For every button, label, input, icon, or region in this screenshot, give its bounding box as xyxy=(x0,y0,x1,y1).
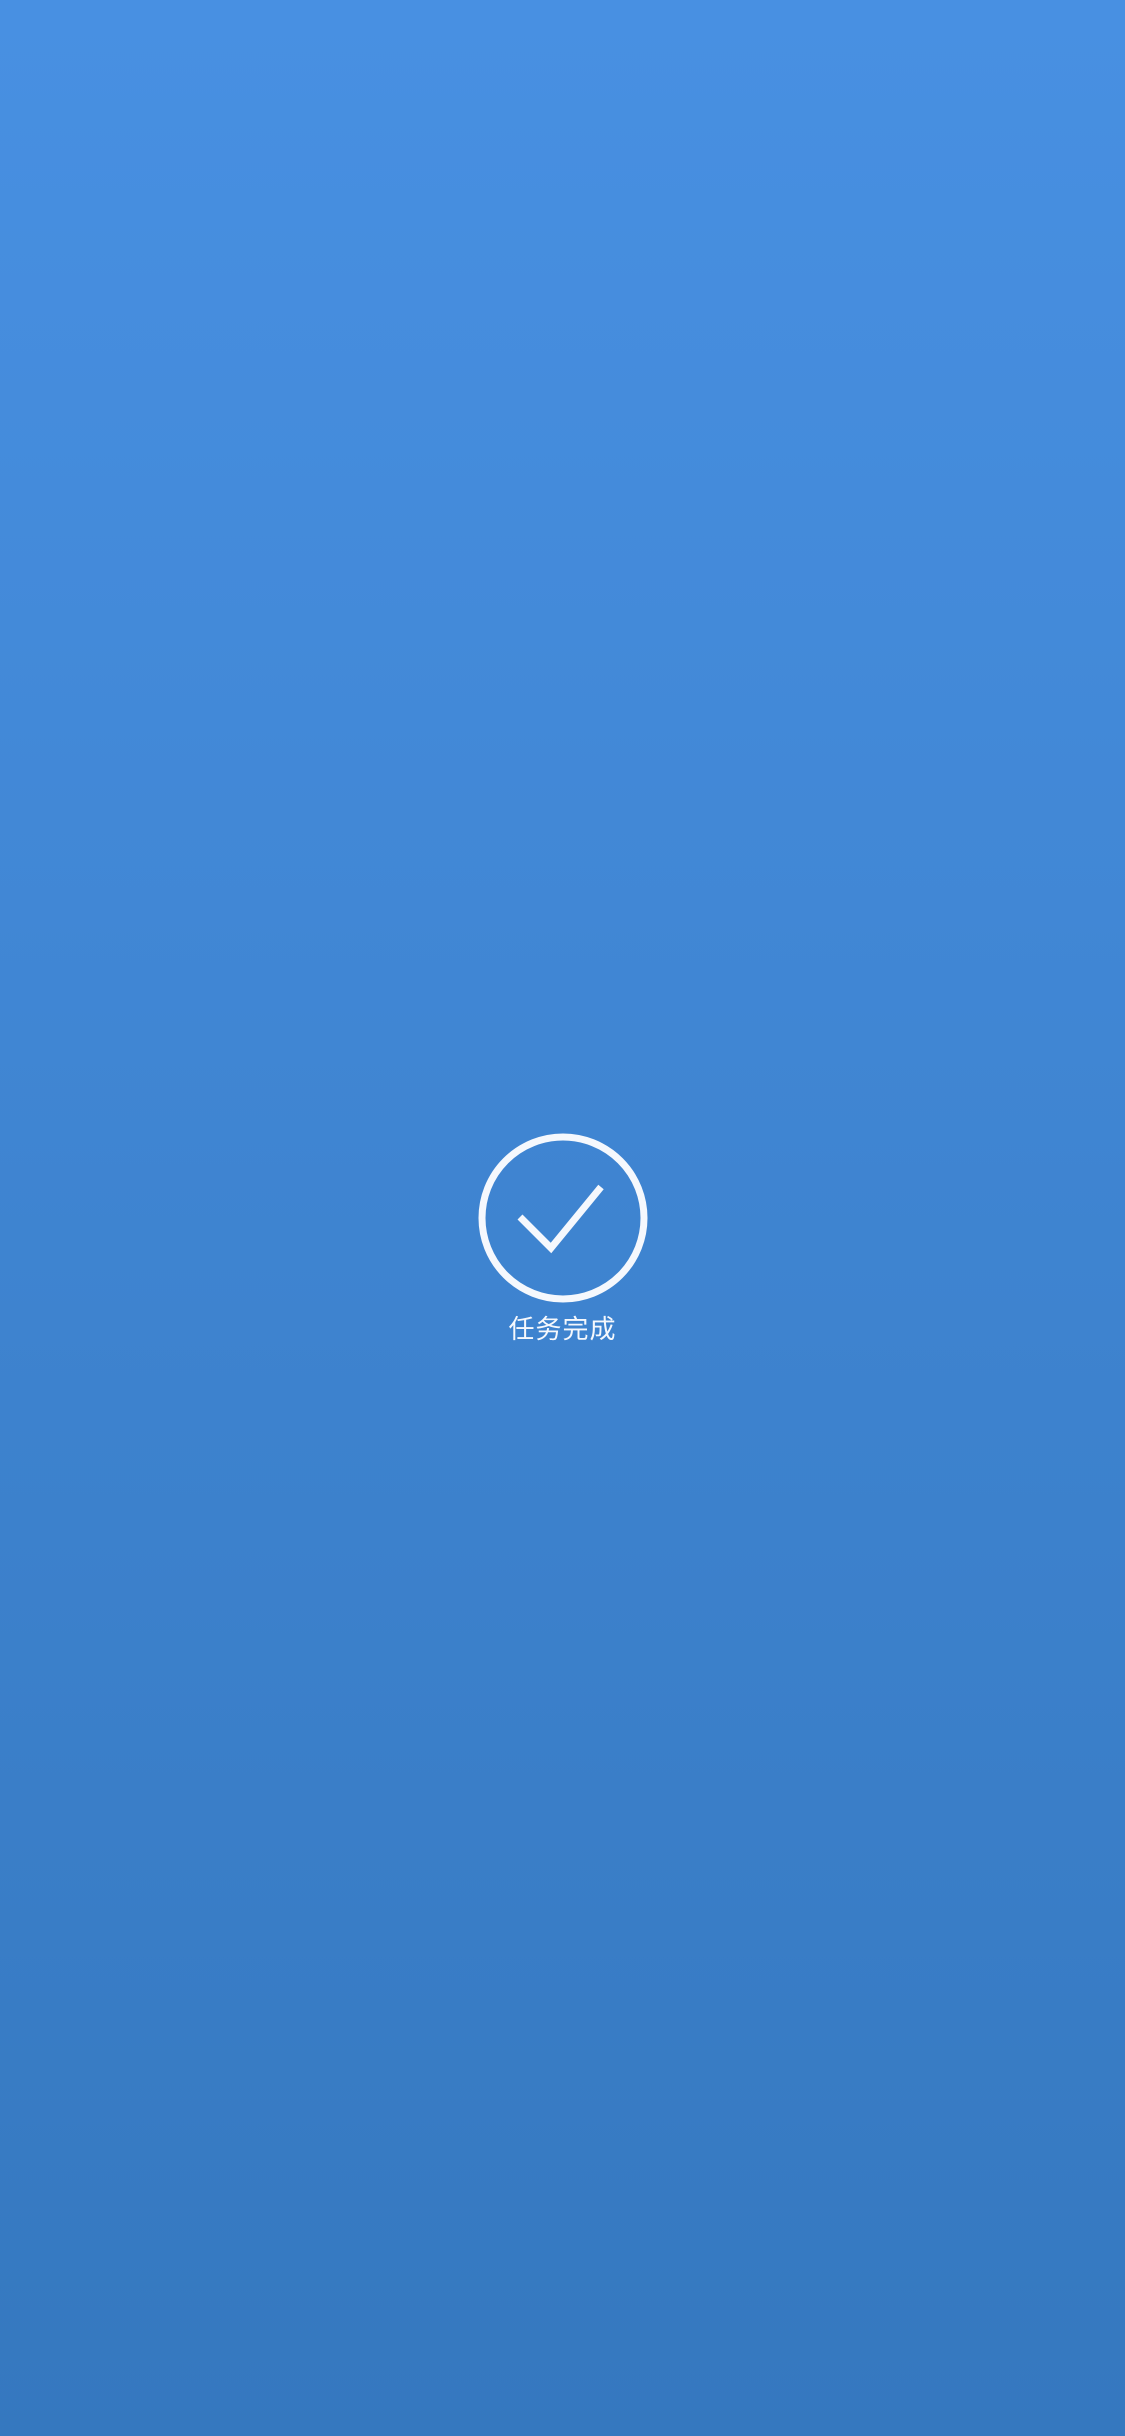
check-circle-icon xyxy=(477,1132,649,1304)
status-text: 任务完成 xyxy=(508,1315,617,1345)
task-complete-screen: 任务完成 xyxy=(0,0,1125,2436)
success-panel: 任务完成 xyxy=(0,1132,1125,1352)
